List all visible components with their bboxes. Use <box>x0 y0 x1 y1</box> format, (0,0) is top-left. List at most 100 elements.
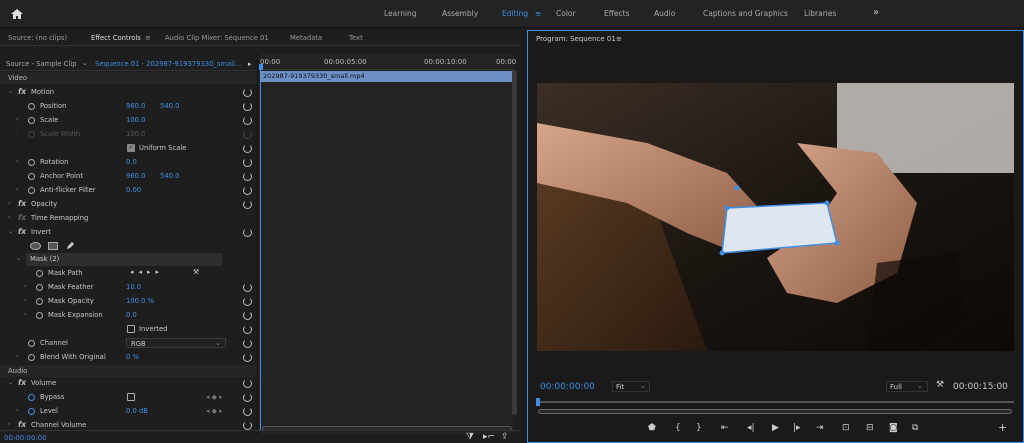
filter-icon[interactable]: ⧩ <box>466 432 474 442</box>
stopwatch-icon[interactable] <box>36 283 43 291</box>
fx-icon[interactable]: fx <box>18 199 26 208</box>
expand-icon[interactable]: ⌄ <box>16 255 21 262</box>
blend-value[interactable]: 0 % <box>126 353 139 361</box>
sequence-label[interactable]: Sequence 01 - 202987-919379330_small... <box>95 60 241 68</box>
go-to-out-icon[interactable]: ⇥ <box>816 423 824 433</box>
add-button-icon[interactable]: + <box>998 421 1007 434</box>
expand-icon[interactable]: ⌄ <box>8 88 13 95</box>
channel-select[interactable]: RGB ⌄ <box>126 338 226 348</box>
source-label[interactable]: Source - Sample Clip <box>6 60 77 68</box>
reset-icon[interactable] <box>243 200 252 209</box>
reset-icon[interactable] <box>243 88 252 97</box>
program-title[interactable]: Program: Sequence 01 <box>536 35 616 43</box>
fx-icon[interactable]: fx <box>18 420 26 429</box>
stopwatch-icon[interactable] <box>28 339 35 347</box>
play-icon[interactable]: ▶ <box>772 423 779 433</box>
stopwatch-icon[interactable] <box>36 311 43 319</box>
video-frame[interactable] <box>537 83 1014 351</box>
effect-timeline[interactable]: 00:00 00:00:05:00 00:00:10:00 00:00 2029… <box>257 54 516 434</box>
stopwatch-icon[interactable] <box>28 158 35 166</box>
tab-metadata[interactable]: Metadata <box>290 34 322 42</box>
workspace-menu-icon[interactable]: ≡ <box>535 9 541 18</box>
position-y[interactable]: 540.0 <box>160 102 179 110</box>
chevron-down-icon[interactable]: ⌄ <box>82 59 88 67</box>
tab-effect-controls[interactable]: Effect Controls <box>91 34 141 42</box>
stopwatch-icon[interactable] <box>28 102 35 110</box>
bypass-checkbox[interactable] <box>127 393 135 401</box>
workspace-libraries[interactable]: Libraries <box>804 9 836 18</box>
stopwatch-icon[interactable] <box>28 186 35 194</box>
marker-icon[interactable]: ⬟ <box>648 423 656 433</box>
reset-icon[interactable] <box>243 297 252 306</box>
zoom-scrollbar[interactable] <box>538 409 1012 414</box>
rotation-value[interactable]: 0.0 <box>126 158 137 166</box>
stopwatch-icon[interactable] <box>36 269 43 277</box>
chevron-right-icon[interactable]: › <box>24 311 26 318</box>
play-icon[interactable]: ▸ <box>248 60 251 68</box>
reset-icon[interactable] <box>243 339 252 348</box>
workspace-color[interactable]: Color <box>556 9 576 18</box>
mask-feather-value[interactable]: 10.0 <box>126 283 141 291</box>
inverted-checkbox[interactable] <box>127 325 135 333</box>
chevron-right-icon[interactable]: › <box>8 200 10 207</box>
play-only-icon[interactable]: ▸⌐ <box>483 432 495 442</box>
reset-icon[interactable] <box>243 379 252 388</box>
time-ruler[interactable] <box>537 401 1014 403</box>
stopwatch-icon[interactable] <box>36 297 43 305</box>
chevron-right-icon[interactable]: › <box>24 283 26 290</box>
panel-scrollbar[interactable] <box>512 70 517 415</box>
workspace-assembly[interactable]: Assembly <box>442 9 478 18</box>
effect-time-remapping[interactable]: › fx Time Remapping <box>0 212 257 225</box>
compare-icon[interactable]: ⧉ <box>912 423 918 433</box>
fit-select[interactable]: Fit ⌄ <box>612 381 650 392</box>
stopwatch-icon[interactable] <box>28 393 35 401</box>
mask-opacity-value[interactable]: 100.0 % <box>126 297 154 305</box>
resolution-select[interactable]: Full ⌄ <box>886 381 928 392</box>
rectangle-mask-icon[interactable] <box>48 242 58 250</box>
position-x[interactable]: 960.0 <box>126 102 145 110</box>
current-time[interactable]: 00:00:00:00 <box>4 434 47 442</box>
effect-opacity[interactable]: › fx Opacity <box>0 198 257 211</box>
effect-invert[interactable]: ⌄ fx Invert <box>0 226 257 239</box>
reset-icon[interactable] <box>243 353 252 362</box>
chevron-right-icon[interactable]: › <box>16 353 18 360</box>
reset-icon[interactable] <box>243 325 252 334</box>
reset-icon[interactable] <box>243 283 252 292</box>
tab-text[interactable]: Text <box>349 34 363 42</box>
mask-row[interactable]: Mask (2) <box>26 253 222 266</box>
clip-bar[interactable]: 202987-919379330_small.mp4 <box>260 71 513 82</box>
tab-source[interactable]: Source: (no clips) <box>8 34 67 42</box>
workspace-captions[interactable]: Captions and Graphics <box>703 9 788 18</box>
reset-icon[interactable] <box>243 172 252 181</box>
program-timecode[interactable]: 00:00:00:00 <box>540 382 595 392</box>
reset-icon[interactable] <box>243 407 252 416</box>
insert-icon[interactable]: ⊡ <box>842 423 850 433</box>
anti-flicker-value[interactable]: 0.00 <box>126 186 141 194</box>
workspace-editing[interactable]: Editing <box>502 9 528 18</box>
stopwatch-icon[interactable] <box>28 116 35 124</box>
time-ruler[interactable]: 00:00 00:00:05:00 00:00:10:00 00:00 <box>258 54 516 70</box>
ellipse-mask-icon[interactable] <box>30 242 41 250</box>
chevron-right-icon[interactable]: › <box>8 214 10 221</box>
panel-menu-icon[interactable]: ≡ <box>616 35 622 43</box>
overwrite-icon[interactable]: ⊟ <box>866 423 874 433</box>
wrench-icon[interactable]: ⚒ <box>193 268 199 276</box>
mask-track-controls[interactable]: ◂◂▸▸ <box>130 268 164 276</box>
level-value[interactable]: 0.0 dB <box>126 407 148 415</box>
more-workspaces-icon[interactable]: » <box>873 7 879 18</box>
pen-icon[interactable] <box>65 241 75 251</box>
chevron-right-icon[interactable]: › <box>16 158 18 165</box>
effect-volume[interactable]: ⌄ fx Volume <box>0 377 257 390</box>
expand-icon[interactable]: ⌄ <box>8 228 13 235</box>
export-icon[interactable]: ⇪ <box>501 432 509 442</box>
keyframe-nav-icon[interactable]: ◂ ◆ ▸ <box>206 407 222 415</box>
scale-value[interactable]: 100.0 <box>126 116 145 124</box>
home-icon[interactable] <box>10 7 24 21</box>
reset-icon[interactable] <box>243 158 252 167</box>
anchor-x[interactable]: 960.0 <box>126 172 145 180</box>
tab-audio-clip-mixer[interactable]: Audio Clip Mixer: Sequence 01 <box>165 34 269 42</box>
workspace-effects[interactable]: Effects <box>604 9 630 18</box>
reset-icon[interactable] <box>243 186 252 195</box>
reset-icon[interactable] <box>243 421 252 430</box>
uniform-scale-checkbox[interactable]: ✓ <box>127 144 135 152</box>
